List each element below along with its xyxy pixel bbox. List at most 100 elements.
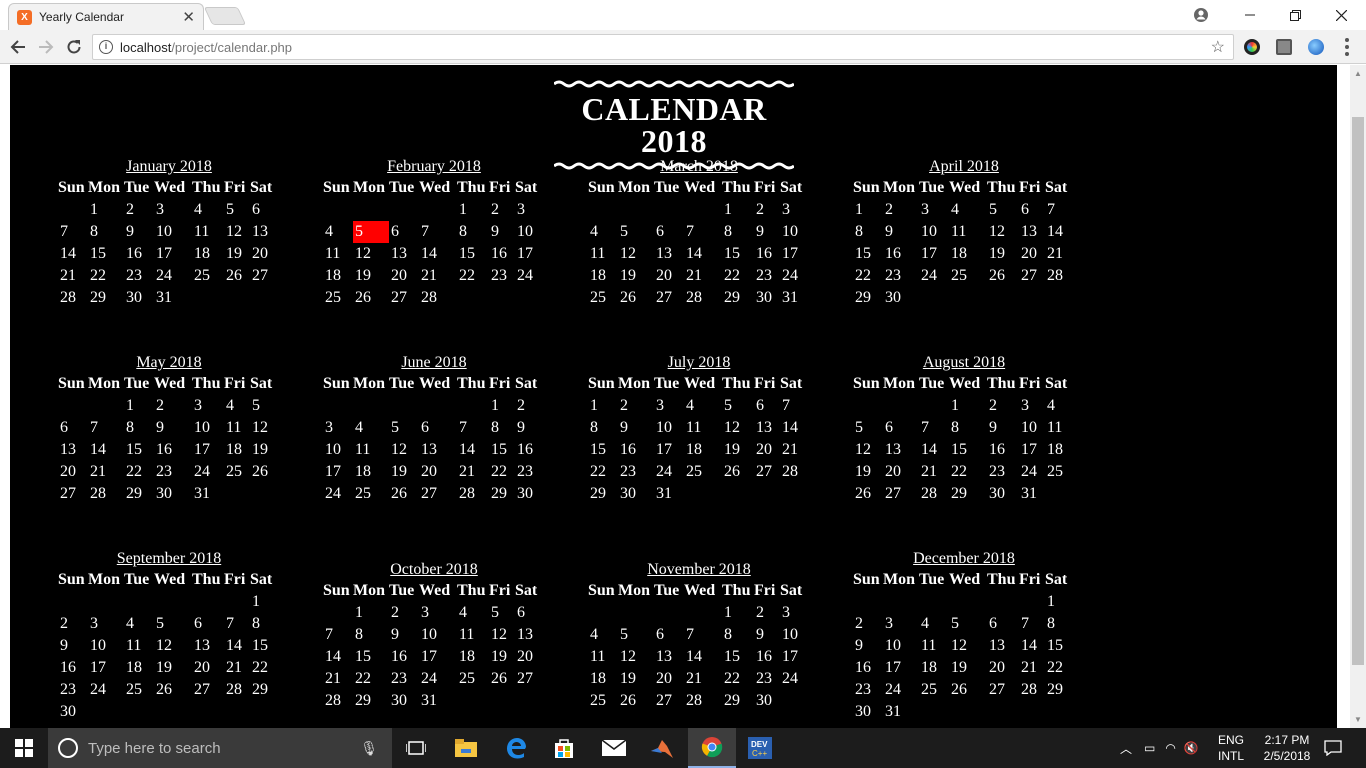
scrollbar-thumb[interactable]	[1352, 117, 1364, 665]
forward-button[interactable]	[34, 35, 58, 59]
day-cell: 7	[226, 615, 234, 632]
weekday-header: Thu	[987, 179, 1016, 196]
day-cell: 28	[686, 692, 702, 709]
address-bar[interactable]: i localhost/project/calendar.php ☆	[92, 34, 1234, 60]
day-cell: 10	[1021, 419, 1037, 436]
month-calendar: October 2018 Sun Mon Tue Wed Thu Fri Sat 1 2 3 4 5 6 7…	[323, 560, 545, 712]
day-cell: 21	[421, 267, 437, 284]
day-cell: 6	[656, 223, 664, 240]
close-window-button[interactable]	[1318, 0, 1364, 30]
restore-button[interactable]	[1272, 0, 1318, 30]
day-cell: 11	[590, 245, 606, 262]
url-host: localhost	[120, 39, 172, 55]
day-cell: 9	[156, 419, 164, 436]
vertical-scrollbar[interactable]: ▲ ▼	[1350, 65, 1366, 728]
clock[interactable]: 2:17 PM 2/5/2018	[1258, 728, 1316, 768]
scroll-up-icon[interactable]: ▲	[1354, 69, 1362, 78]
weekday-header: Wed	[949, 571, 981, 588]
show-hidden-icons-icon[interactable]: ︿	[1120, 740, 1132, 757]
day-cell: 12	[620, 648, 636, 665]
scroll-down-icon[interactable]: ▼	[1354, 715, 1362, 724]
day-cell: 6	[517, 604, 525, 621]
day-cell: 24	[90, 681, 106, 698]
weekday-header: Sat	[515, 582, 538, 599]
empty-day-cell	[192, 287, 224, 309]
empty-day-cell	[250, 701, 280, 723]
microphone-icon[interactable]: 🎙	[360, 740, 378, 757]
close-tab-icon[interactable]: ✕	[182, 8, 195, 26]
day-cell: 5	[391, 419, 399, 436]
day-cell: 30	[989, 485, 1005, 502]
page-right-border	[1337, 65, 1350, 728]
empty-day-cell	[389, 199, 419, 221]
taskbar-search-box[interactable]: Type here to search 🎙	[48, 728, 392, 768]
browser-tab[interactable]: X Yearly Calendar ✕	[8, 3, 204, 30]
battery-icon[interactable]: ▭	[1144, 741, 1155, 755]
day-cell: 31	[194, 485, 210, 502]
weekday-header-row: Sun Mon Tue Wed Thu Fri Sat	[323, 177, 545, 199]
day-cell: 30	[517, 485, 533, 502]
matlab-icon[interactable]	[638, 728, 686, 768]
new-tab-button[interactable]	[203, 7, 247, 25]
day-cell: 7	[325, 626, 333, 643]
profile-icon[interactable]	[1178, 0, 1224, 30]
back-button[interactable]	[6, 35, 30, 59]
day-cell: 24	[921, 267, 937, 284]
info-icon[interactable]: i	[99, 40, 113, 54]
day-cell: 9	[756, 626, 764, 643]
day-cell: 19	[724, 441, 740, 458]
day-cell: 2	[885, 201, 893, 218]
week-row: 29 30	[853, 287, 1075, 309]
day-cell: 26	[491, 670, 507, 687]
task-view-icon[interactable]	[392, 728, 440, 768]
day-cell: 18	[590, 267, 606, 284]
month-title: September 2018	[116, 550, 222, 567]
day-cell: 18	[226, 441, 242, 458]
week-row: 30 31	[853, 701, 1075, 723]
action-center-icon[interactable]	[1322, 728, 1344, 768]
day-cell: 4	[226, 397, 234, 414]
reload-button[interactable]	[62, 35, 86, 59]
week-row: 25 26 27 28 29 30 31	[588, 287, 810, 309]
week-row: 14 15 16 17 18 19 20	[323, 646, 545, 668]
day-cell: 20	[885, 463, 901, 480]
day-cell: 26	[620, 692, 636, 709]
chrome-menu-icon[interactable]	[1344, 38, 1350, 56]
day-cell: 24	[421, 670, 437, 687]
tab-strip: X Yearly Calendar ✕	[0, 0, 1366, 30]
day-cell: 14	[60, 245, 76, 262]
day-cell: 24	[1021, 463, 1037, 480]
chrome-taskbar-icon[interactable]	[688, 728, 736, 768]
language-indicator[interactable]: ENG INTL	[1218, 728, 1244, 768]
volume-muted-icon[interactable]: 🔇	[1184, 741, 1199, 755]
day-cell: 21	[782, 441, 798, 458]
day-cell: 19	[156, 659, 172, 676]
extension-box-icon[interactable]	[1276, 39, 1292, 55]
day-cell: 26	[989, 267, 1005, 284]
day-cell: 8	[590, 419, 598, 436]
bookmark-star-icon[interactable]: ☆	[1211, 37, 1225, 57]
devcpp-icon[interactable]: DEV C++	[736, 728, 784, 768]
day-cell: 16	[756, 245, 772, 262]
minimize-button[interactable]	[1227, 0, 1273, 30]
day-cell: 24	[517, 267, 533, 284]
file-explorer-icon[interactable]	[442, 728, 490, 768]
day-cell: 17	[156, 245, 172, 262]
edge-browser-icon[interactable]	[492, 728, 540, 768]
extension-color-icon[interactable]	[1244, 39, 1260, 55]
store-icon[interactable]	[540, 728, 588, 768]
windows-start-button[interactable]	[0, 728, 48, 768]
week-row: 1 2 3	[323, 199, 545, 221]
day-cell: 26	[226, 267, 242, 284]
day-cell: 19	[226, 245, 242, 262]
month-calendar: February 2018 Sun Mon Tue Wed Thu Fri Sat 1 2 3 4 5 6…	[323, 157, 545, 309]
day-cell: 16	[391, 648, 407, 665]
extension-globe-icon[interactable]	[1308, 39, 1324, 55]
week-row: 1 2 3 4 5 6	[323, 602, 545, 624]
day-cell: 2	[756, 201, 764, 218]
week-row: 28 29 30 31	[58, 287, 280, 309]
week-row: 1 2 3 4 5	[58, 395, 280, 417]
wifi-icon[interactable]: ◠	[1165, 741, 1175, 755]
day-cell: 13	[1021, 223, 1037, 240]
mail-icon[interactable]	[590, 728, 638, 768]
